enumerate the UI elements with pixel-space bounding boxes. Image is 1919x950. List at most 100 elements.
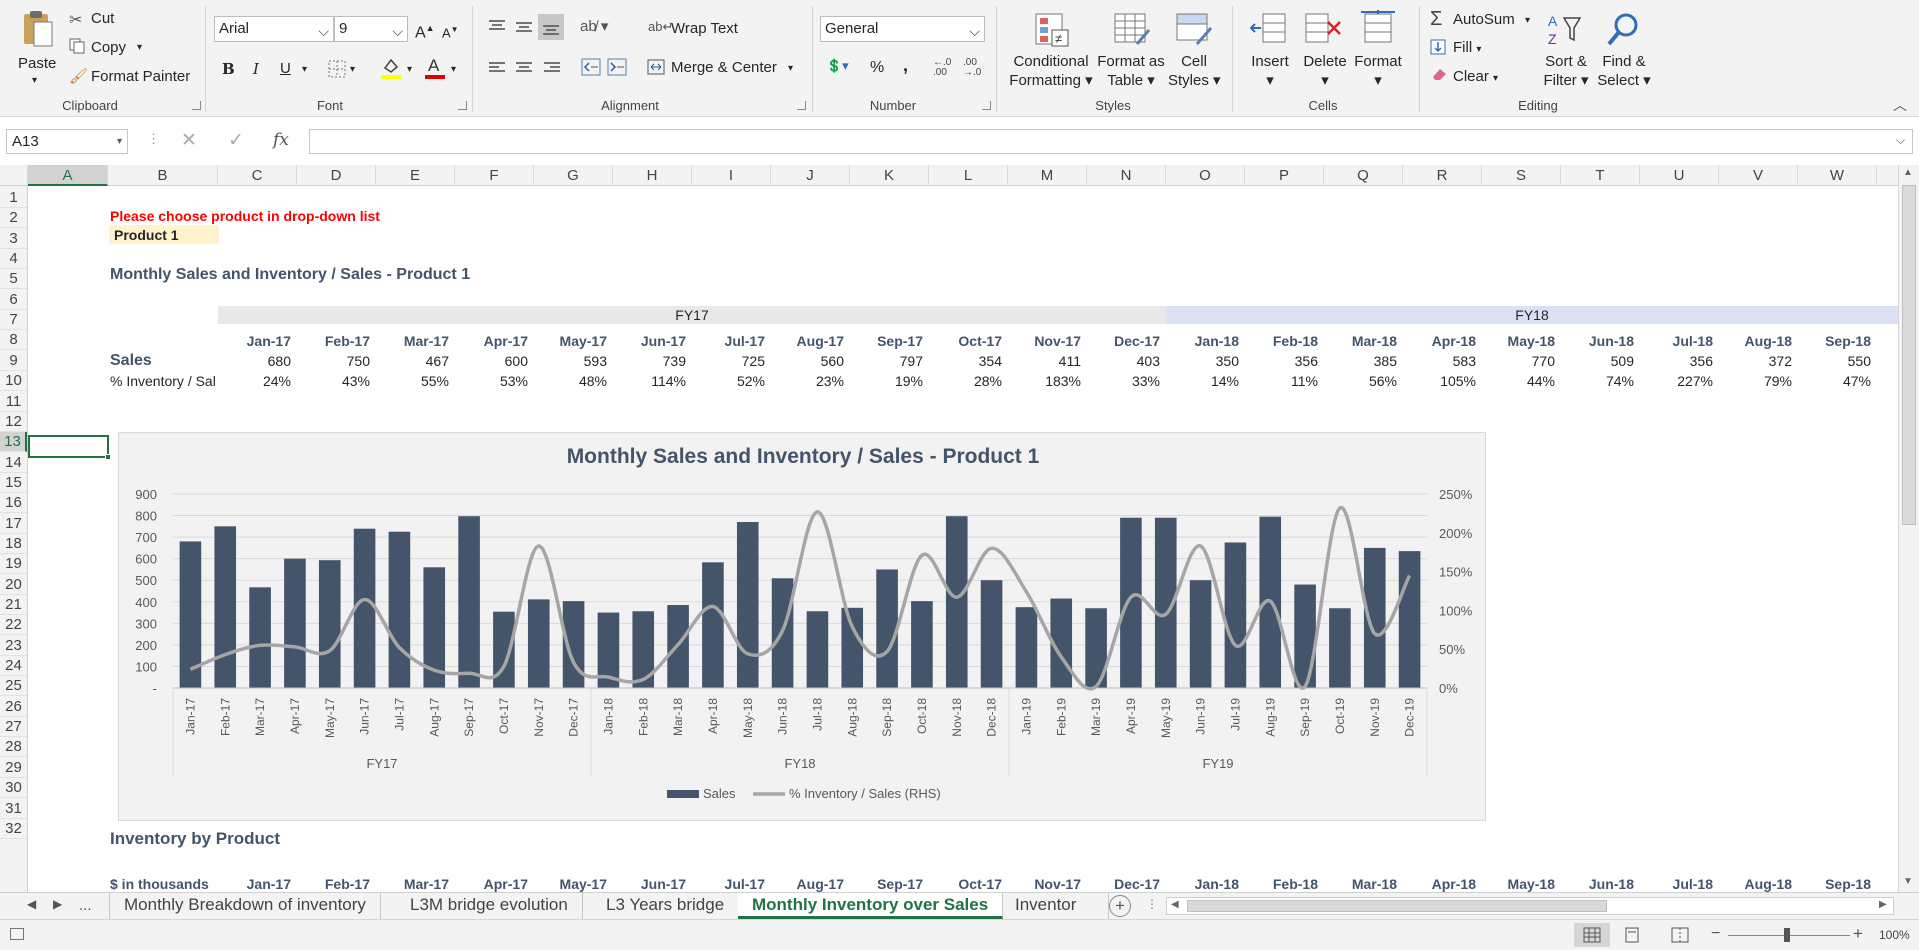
orientation-icon[interactable]: ab̸ ▾	[580, 18, 608, 36]
column-header-k[interactable]: K	[850, 165, 929, 186]
font-color-icon[interactable]: A	[424, 55, 446, 81]
row-header-9[interactable]: 9	[0, 351, 27, 371]
macro-record-icon[interactable]	[10, 928, 24, 940]
active-cell-a13[interactable]	[28, 435, 109, 458]
row-header-11[interactable]: 11	[0, 392, 27, 412]
column-header-v[interactable]: V	[1719, 165, 1798, 186]
align-left-icon[interactable]	[487, 60, 507, 76]
horizontal-scrollbar[interactable]: ◀ ▶	[1166, 897, 1894, 915]
format-button[interactable]: Format ▾	[1353, 52, 1403, 90]
row-header-13[interactable]: 13	[0, 432, 27, 453]
column-header-l[interactable]: L	[929, 165, 1008, 186]
row-header-12[interactable]: 12	[0, 412, 27, 432]
normal-view-icon[interactable]	[1574, 923, 1610, 947]
formula-input[interactable]	[309, 129, 1913, 154]
column-header-m[interactable]: M	[1008, 165, 1087, 186]
scroll-right-icon[interactable]: ▶	[1879, 899, 1887, 910]
comma-style-button[interactable]: ,	[903, 56, 908, 74]
align-top-icon[interactable]	[487, 18, 507, 34]
column-header-q[interactable]: Q	[1324, 165, 1403, 186]
wrap-text-button[interactable]: Wrap Text	[671, 20, 738, 38]
tab-more-button[interactable]: ...	[79, 897, 92, 914]
autosum-button[interactable]: AutoSum	[1453, 11, 1515, 29]
column-header-n[interactable]: N	[1087, 165, 1166, 186]
scroll-left-icon[interactable]: ◀	[1171, 899, 1179, 910]
align-center-icon[interactable]	[514, 60, 534, 76]
row-header-27[interactable]: 27	[0, 717, 27, 738]
copy-button[interactable]: Copy	[91, 39, 126, 57]
number-launcher-icon[interactable]	[982, 101, 991, 110]
row-header-24[interactable]: 24	[0, 656, 27, 677]
delete-button[interactable]: Delete ▾	[1300, 52, 1350, 90]
row-header-6[interactable]: 6	[0, 290, 27, 310]
row-header-23[interactable]: 23	[0, 636, 27, 656]
conditional-formatting-button[interactable]: Conditional Formatting ▾	[1008, 52, 1094, 90]
insert-function-icon[interactable]: fx	[273, 130, 289, 150]
column-header-h[interactable]: H	[613, 165, 692, 186]
align-middle-icon[interactable]	[514, 18, 534, 34]
tabs-splitter-icon[interactable]: ⋮	[1146, 897, 1158, 911]
percent-style-button[interactable]: %	[870, 59, 884, 77]
zoom-level[interactable]: 100%	[1879, 928, 1910, 942]
row-header-14[interactable]: 14	[0, 453, 27, 473]
row-header-20[interactable]: 20	[0, 575, 27, 595]
tab-monthly-breakdown[interactable]: Monthly Breakdown of inventory	[109, 893, 381, 919]
clear-button[interactable]: Clear ▾	[1453, 68, 1498, 88]
tab-l3-years-bridge[interactable]: L3 Years bridge	[592, 893, 740, 919]
zoom-in-icon[interactable]: +	[1853, 924, 1863, 944]
copy-dropdown[interactable]: ▾	[137, 39, 142, 57]
enter-icon[interactable]: ✓	[228, 129, 244, 152]
find-select-button[interactable]: Find & Select ▾	[1594, 52, 1654, 90]
underline-button[interactable]: U	[280, 60, 291, 78]
row-header-10[interactable]: 10	[0, 371, 27, 392]
row-header-19[interactable]: 19	[0, 554, 27, 575]
row-header-15[interactable]: 15	[0, 473, 27, 493]
column-header-f[interactable]: F	[455, 165, 534, 186]
insert-button[interactable]: Insert ▾	[1247, 52, 1293, 90]
column-header-p[interactable]: P	[1245, 165, 1324, 186]
font-launcher-icon[interactable]	[458, 101, 467, 110]
font-size-select[interactable]: 9 ⌵	[334, 16, 408, 42]
vertical-scrollbar[interactable]: ▲ ▼	[1898, 165, 1919, 892]
column-header-i[interactable]: I	[692, 165, 771, 186]
bold-button[interactable]: B	[222, 60, 235, 78]
tab-monthly-inventory-over-sales[interactable]: Monthly Inventory over Sales	[738, 893, 1004, 919]
borders-icon[interactable]	[328, 60, 346, 78]
fill-button[interactable]: Fill ▾	[1453, 39, 1481, 59]
scroll-up-icon[interactable]: ▲	[1903, 167, 1913, 178]
column-header-d[interactable]: D	[297, 165, 376, 186]
select-all-corner[interactable]	[0, 165, 28, 186]
cell-styles-button[interactable]: Cell Styles ▾	[1168, 52, 1221, 90]
paste-button[interactable]: Paste	[18, 54, 56, 73]
column-header-a[interactable]: A	[28, 165, 108, 186]
name-box[interactable]: A13 ▾	[6, 129, 128, 154]
tab-scroll-left-icon[interactable]: ◀	[27, 897, 36, 911]
row-header-7[interactable]: 7	[0, 310, 27, 331]
font-color-dropdown[interactable]: ▾	[451, 61, 456, 79]
merge-center-button[interactable]: Merge & Center	[671, 59, 777, 77]
fill-color-icon[interactable]	[380, 56, 402, 80]
vertical-scroll-thumb[interactable]	[1902, 185, 1916, 525]
row-header-31[interactable]: 31	[0, 799, 27, 819]
paste-dropdown[interactable]: ▾	[32, 72, 37, 90]
chart-area[interactable]: - 100 200 300 400 500 600 700 800 900 0% 50% 100% 150…	[118, 432, 1486, 821]
row-header-32[interactable]: 32	[0, 819, 27, 839]
expand-formula-icon[interactable]: ⌵	[1896, 133, 1905, 148]
collapse-ribbon-icon[interactable]: ︿	[1893, 96, 1907, 114]
row-header-8[interactable]: 8	[0, 330, 27, 351]
row-header-26[interactable]: 26	[0, 697, 27, 717]
row-header-2[interactable]: 2	[0, 208, 27, 229]
row-header-22[interactable]: 22	[0, 615, 27, 636]
font-name-select[interactable]: Arial ⌵	[214, 16, 334, 42]
increase-indent-icon[interactable]	[607, 58, 627, 76]
format-painter-button[interactable]: Format Painter	[91, 68, 190, 86]
align-right-icon[interactable]	[542, 60, 562, 76]
grow-font-icon[interactable]: A▲	[415, 19, 435, 42]
fill-color-dropdown[interactable]: ▾	[407, 61, 412, 79]
fill-handle[interactable]	[105, 454, 111, 460]
row-header-21[interactable]: 21	[0, 595, 27, 615]
column-header-g[interactable]: G	[534, 165, 613, 186]
underline-dropdown[interactable]: ▾	[302, 61, 307, 79]
alignment-launcher-icon[interactable]	[797, 101, 806, 110]
row-header-25[interactable]: 25	[0, 676, 27, 697]
